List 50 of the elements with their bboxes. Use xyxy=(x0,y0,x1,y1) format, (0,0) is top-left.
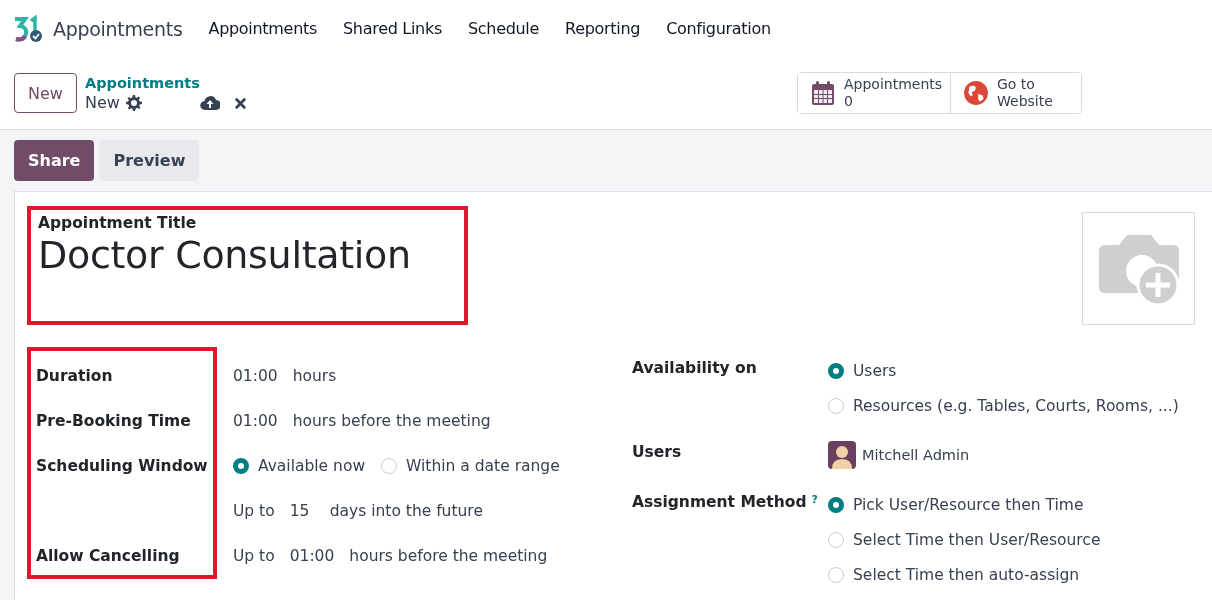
radio-option[interactable]: Users xyxy=(828,353,1179,388)
avatar-icon xyxy=(828,441,856,469)
field-text: hours before the meeting xyxy=(292,411,491,430)
input-field[interactable]: 01:00 xyxy=(289,546,335,565)
field-text: Up to xyxy=(233,501,275,520)
close-icon[interactable] xyxy=(233,96,247,110)
radio-option[interactable]: Select Time then auto-assign xyxy=(828,557,1101,592)
status-button[interactable]: Share xyxy=(14,140,95,181)
cloud-upload-icon[interactable] xyxy=(199,95,220,111)
settings-icon[interactable] xyxy=(125,95,142,111)
field-label: Pre-Booking Time xyxy=(36,411,191,430)
field-text: days into the future xyxy=(329,501,483,520)
radio-button[interactable] xyxy=(828,362,844,379)
field-label: Scheduling Window xyxy=(36,456,208,475)
user-tag[interactable]: Mitchell Admin xyxy=(862,447,970,463)
help-tooltip[interactable]: ? xyxy=(811,493,818,506)
radio-option[interactable]: Select Time then User/Resource xyxy=(828,522,1101,557)
globe-icon xyxy=(963,80,989,106)
input-field[interactable]: 01:00 xyxy=(233,411,278,430)
field-label: Duration xyxy=(36,366,113,385)
breadcrumb-link[interactable]: Appointments xyxy=(84,73,247,93)
input-field[interactable]: 15 xyxy=(289,501,315,520)
smart-button[interactable]: Appointments 0 xyxy=(798,73,951,113)
radio-option[interactable]: Resources (e.g. Tables, Courts, Rooms, ...) xyxy=(828,388,1179,423)
menu-item[interactable]: Shared Links xyxy=(343,19,442,38)
menu-item[interactable]: Reporting xyxy=(565,19,641,38)
field-label: Allow Cancelling xyxy=(36,546,180,565)
field-label: Assignment Method xyxy=(632,493,807,511)
radio-button[interactable] xyxy=(233,457,249,474)
field-text: hours xyxy=(292,366,337,385)
radio-button[interactable] xyxy=(828,496,844,513)
record-name: New xyxy=(84,93,120,113)
new-button[interactable]: New xyxy=(14,73,77,113)
field-label: Availability on xyxy=(632,359,757,377)
radio-option[interactable]: Within a date range xyxy=(381,456,560,475)
field-label: Appointment Title xyxy=(38,214,198,232)
menu-item[interactable]: Configuration xyxy=(666,19,771,38)
app-logo-icon[interactable] xyxy=(12,14,44,43)
field-text: Up to xyxy=(233,546,275,565)
input-field[interactable]: 01:00 xyxy=(233,366,278,385)
menu-item[interactable]: Appointments xyxy=(208,19,317,38)
status-button[interactable]: Preview xyxy=(99,140,200,181)
app-name[interactable]: Appointments xyxy=(53,17,183,40)
title-field[interactable]: Doctor Consultation xyxy=(38,232,456,278)
field-text: hours before the meeting xyxy=(349,546,548,565)
calendar-icon xyxy=(810,80,836,106)
field-label: Users xyxy=(632,443,682,461)
radio-option[interactable]: Pick User/Resource then Time xyxy=(828,487,1101,522)
radio-option[interactable]: Available now xyxy=(233,456,366,475)
menu-item[interactable]: Schedule xyxy=(467,19,540,38)
